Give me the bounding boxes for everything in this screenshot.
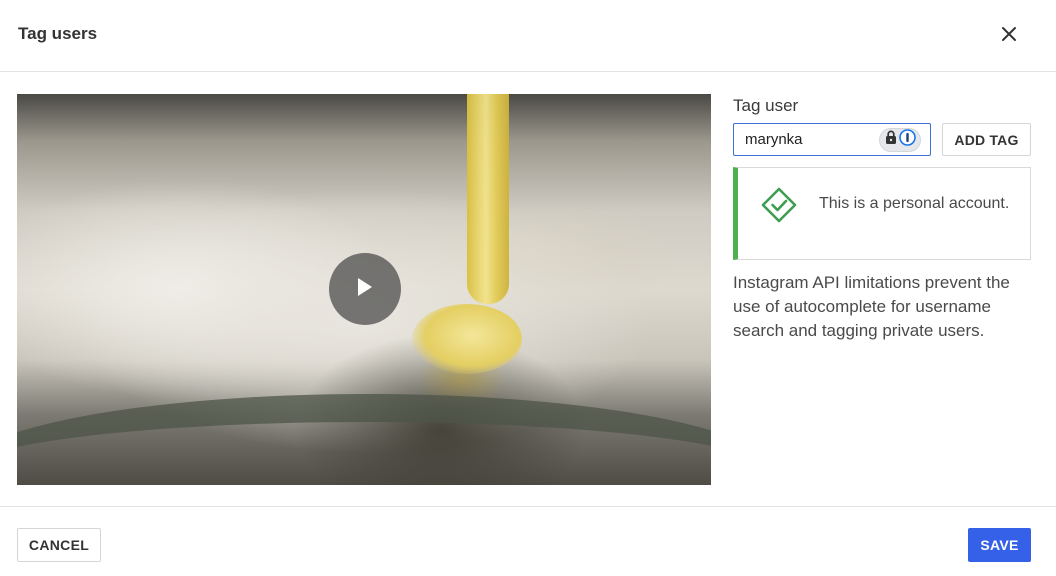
play-icon: [355, 276, 375, 303]
video-frame-detail: [467, 94, 509, 304]
cancel-button[interactable]: CANCEL: [17, 528, 101, 562]
dialog-header: Tag users: [0, 0, 1056, 72]
password-manager-widget[interactable]: [879, 128, 921, 152]
video-frame-detail-pool: [412, 304, 522, 374]
play-button[interactable]: [329, 253, 401, 325]
notice-text: This is a personal account.: [819, 195, 1010, 212]
check-diamond-icon: [760, 186, 798, 224]
tag-users-dialog: Tag users Tag user marynka ADD TAG This …: [0, 0, 1056, 576]
onepassword-icon: [899, 129, 917, 151]
account-type-notice: This is a personal account.: [733, 167, 1031, 260]
add-tag-button[interactable]: ADD TAG: [942, 123, 1031, 156]
video-preview[interactable]: [17, 94, 711, 485]
video-frame-bowl: [17, 394, 711, 485]
lock-icon: [884, 130, 898, 150]
save-button[interactable]: SAVE: [968, 528, 1031, 562]
tag-user-label: Tag user: [733, 96, 799, 115]
dialog-title: Tag users: [18, 24, 98, 43]
dialog-footer: CANCEL SAVE: [0, 506, 1056, 576]
close-icon: [1001, 26, 1017, 45]
tag-user-field[interactable]: [733, 123, 931, 156]
close-button[interactable]: [994, 20, 1024, 50]
api-limitation-help-text: Instagram API limitations prevent the us…: [733, 273, 1010, 340]
tag-user-input[interactable]: [734, 124, 874, 155]
